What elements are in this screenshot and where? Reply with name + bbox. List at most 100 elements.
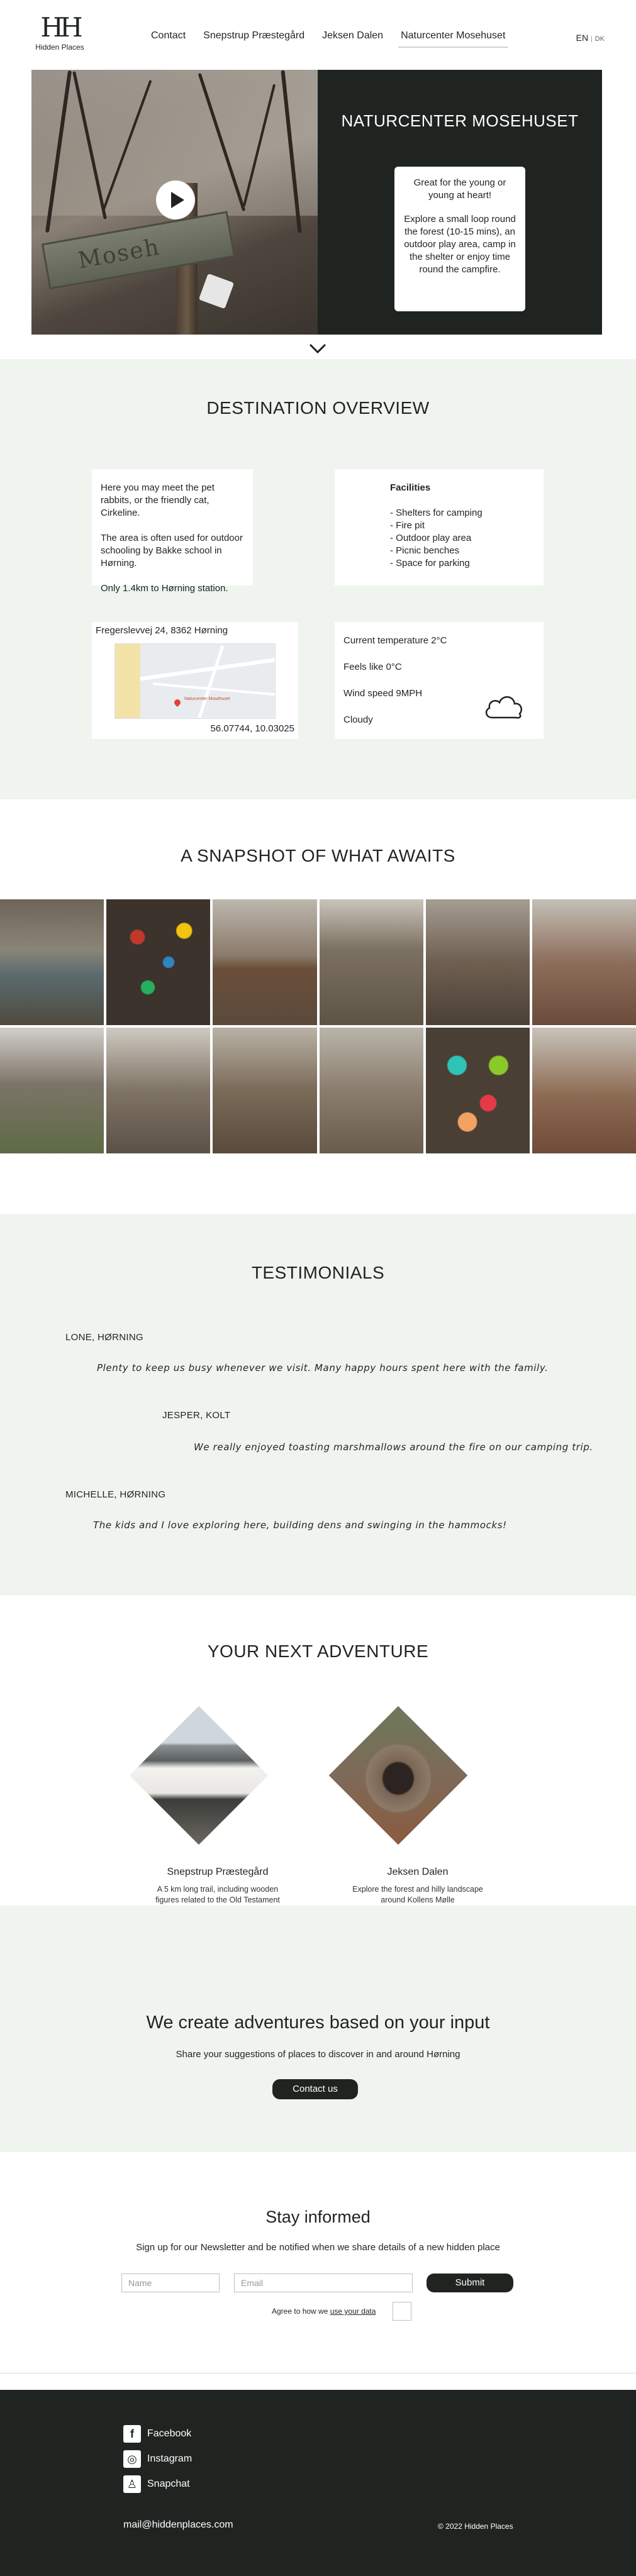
map-road: [198, 645, 225, 718]
submit-button[interactable]: Submit: [427, 2273, 513, 2292]
footer-email[interactable]: mail@hiddenplaces.com: [123, 2519, 233, 2531]
language-switcher: EN | DK: [576, 33, 605, 43]
location-box: Fregerslevvej 24, 8362 Hørning Naturcent…: [92, 622, 298, 739]
hero-card-description: Explore a small loop round the forest (1…: [404, 214, 516, 275]
nav-jeksen-dalen[interactable]: Jeksen Dalen: [320, 28, 386, 48]
facebook-icon: f: [123, 2425, 141, 2443]
hero-card: Great for the young or young at heart! E…: [394, 167, 525, 311]
chevron-down-icon[interactable]: [308, 343, 327, 354]
trail-marker: [198, 273, 235, 309]
consent-label: Agree to how we use your data: [272, 2307, 376, 2316]
overview-title: DESTINATION OVERVIEW: [206, 398, 430, 418]
logo-mark: HH: [40, 12, 82, 43]
instagram-link[interactable]: ◎ Instagram: [123, 2450, 192, 2468]
lang-en[interactable]: EN: [576, 33, 588, 43]
gallery-photo[interactable]: [425, 1028, 530, 1153]
adventure-name[interactable]: Snepstrup Præstegård: [148, 1867, 287, 1878]
hero-section: Moseh NATURCENTER MOSEHUSET Great for th…: [31, 70, 602, 335]
gallery-photo[interactable]: [319, 1028, 423, 1153]
testimonials-title: TESTIMONIALS: [251, 1263, 385, 1282]
gallery-photo[interactable]: [106, 899, 211, 1025]
facebook-link[interactable]: f Facebook: [123, 2425, 191, 2443]
weather-box: Current temperature 2°C Feels like 0°C W…: [335, 622, 544, 739]
email-input[interactable]: Email: [234, 2273, 413, 2292]
photo-gallery: [0, 899, 636, 1154]
testimonial-author: LONE, HØRNING: [65, 1332, 143, 1343]
about-box: Here you may meet the pet rabbits, or th…: [92, 469, 253, 594]
lang-dk[interactable]: DK: [595, 35, 605, 43]
map-pin-icon[interactable]: [172, 697, 182, 708]
hero-video[interactable]: Moseh: [31, 70, 318, 335]
snapchat-link[interactable]: ♙ Snapchat: [123, 2475, 190, 2493]
testimonial-quote: We really enjoyed toasting marshmallows …: [194, 1441, 593, 1453]
play-button[interactable]: [156, 180, 195, 219]
adventure-description: A 5 km long trail, including wooden figu…: [155, 1885, 280, 1904]
snapshot-title: A SNAPSHOT OF WHAT AWAITS: [181, 846, 455, 865]
address: Fregerslevvej 24, 8362 Hørning: [96, 625, 228, 636]
sign-text: Moseh: [76, 234, 162, 274]
destination-overview-section: DESTINATION OVERVIEW Here you may meet t…: [0, 359, 636, 799]
social-label: Snapchat: [147, 2479, 190, 2489]
weather-temperature: Current temperature 2°C: [343, 635, 447, 646]
contact-us-button[interactable]: Contact us: [272, 2079, 358, 2099]
facility-item: - Fire pit: [390, 520, 425, 531]
logo-name: Hidden Places: [35, 43, 84, 52]
suggestions-section: We create adventures based on your input…: [0, 1906, 636, 2152]
gallery-photo[interactable]: [0, 899, 104, 1025]
facilities-box: Facilities - Shelters for camping - Fire…: [335, 469, 544, 586]
main-nav: Contact Snepstrup Præstegård Jeksen Dale…: [148, 28, 508, 48]
snapchat-icon: ♙: [123, 2475, 141, 2493]
location-map[interactable]: Naturcenter Mosehuset: [114, 643, 276, 719]
adventure-image-snepstrup[interactable]: [129, 1706, 269, 1845]
gallery-photo[interactable]: [213, 1028, 317, 1153]
instagram-icon: ◎: [123, 2450, 141, 2468]
weather-feels-like: Feels like 0°C: [343, 662, 402, 672]
logo[interactable]: HH Hidden Places: [31, 14, 88, 52]
nav-snepstrup[interactable]: Snepstrup Præstegård: [201, 28, 307, 48]
nav-contact[interactable]: Contact: [148, 28, 188, 48]
testimonials-section: TESTIMONIALS LONE, HØRNING Plenty to kee…: [0, 1214, 636, 1596]
name-input[interactable]: Name: [121, 2273, 220, 2292]
lang-separator: |: [591, 36, 593, 43]
nav-naturcenter-mosehuset[interactable]: Naturcenter Mosehuset: [398, 28, 508, 48]
social-label: Facebook: [147, 2428, 192, 2439]
about-text: Only 1.4km to Hørning station.: [101, 583, 228, 594]
gallery-photo[interactable]: [532, 899, 636, 1025]
testimonial-author: MICHELLE, HØRNING: [65, 1489, 166, 1500]
facility-item: - Outdoor play area: [390, 533, 472, 543]
newsletter-subtitle: Sign up for our Newsletter and be notifi…: [136, 2242, 500, 2253]
site-footer: f Facebook ◎ Instagram ♙ Snapchat mail@h…: [0, 2390, 636, 2576]
suggestions-title: We create adventures based on your input: [146, 2012, 490, 2033]
facilities-title: Facilities: [390, 482, 431, 493]
newsletter-title: Stay informed: [265, 2207, 371, 2226]
hero-title: NATURCENTER MOSEHUSET: [341, 111, 579, 130]
cloud-icon: [485, 696, 522, 719]
testimonial-quote: The kids and I love exploring here, buil…: [93, 1519, 507, 1531]
site-header: HH Hidden Places Contact Snepstrup Præst…: [0, 0, 636, 69]
facility-item: - Space for parking: [390, 558, 470, 569]
gallery-photo[interactable]: [319, 899, 423, 1025]
gallery-photo[interactable]: [0, 1028, 104, 1153]
social-label: Instagram: [147, 2453, 192, 2464]
about-text: Here you may meet the pet rabbits, or th…: [101, 482, 215, 518]
use-your-data-link[interactable]: use your data: [330, 2307, 376, 2316]
testimonial-author: JESPER, KOLT: [162, 1410, 231, 1421]
consent-checkbox[interactable]: [393, 2302, 411, 2321]
play-icon: [170, 192, 184, 208]
gallery-photo[interactable]: [213, 899, 317, 1025]
testimonial-quote: Plenty to keep us busy whenever we visit…: [97, 1362, 549, 1374]
hero-card-tagline: Great for the young or young at heart!: [413, 177, 506, 201]
coordinates: 56.07744, 10.03025: [210, 723, 294, 734]
gallery-photo[interactable]: [532, 1028, 636, 1153]
next-adventure-title: YOUR NEXT ADVENTURE: [207, 1641, 429, 1661]
gallery-photo[interactable]: [425, 899, 530, 1025]
adventure-image-jeksen-dalen[interactable]: [328, 1706, 468, 1845]
map-road: [153, 682, 275, 696]
map-area: [115, 644, 140, 718]
facility-item: - Picnic benches: [390, 545, 460, 556]
gallery-photo[interactable]: [106, 1028, 211, 1153]
suggestions-subtitle: Share your suggestions of places to disc…: [176, 2049, 460, 2060]
adventure-name[interactable]: Jeksen Dalen: [349, 1867, 487, 1878]
about-text: The area is often used for outdoor schoo…: [101, 533, 243, 569]
map-label: Naturcenter Mosehuset: [184, 697, 230, 701]
